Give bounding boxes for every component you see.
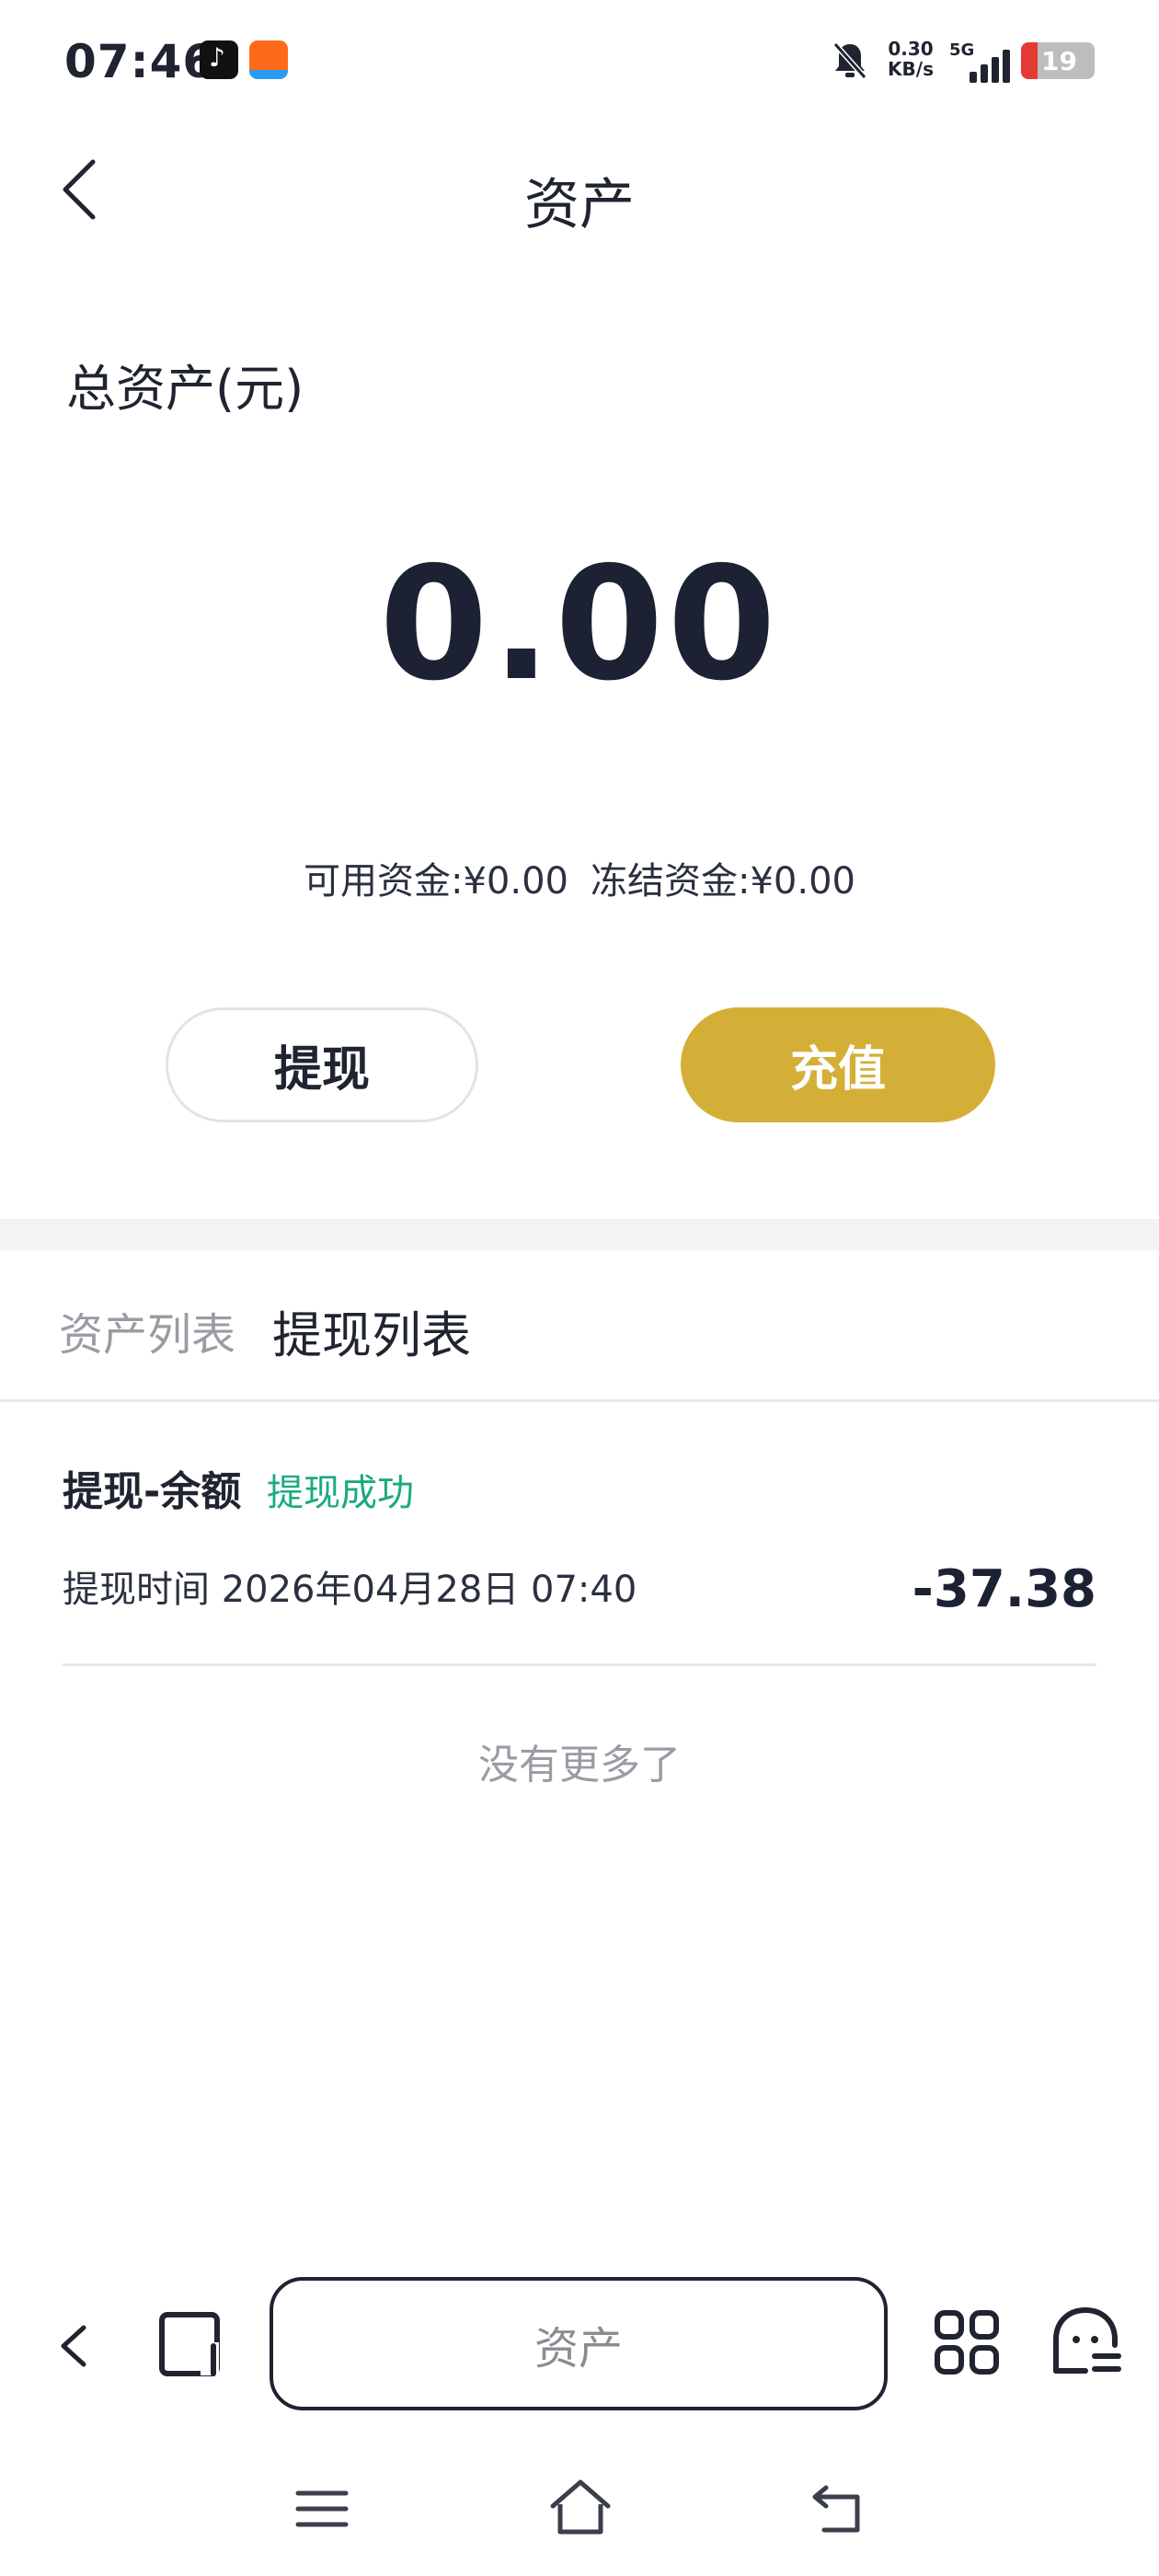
status-bar: 07:46 0.30 KB/s 5G 19 [0,0,1159,120]
page-header: 资产 [0,138,1159,239]
browser-toolbar: 资产 [0,2272,1159,2410]
assistant-icon[interactable] [1049,2305,1122,2378]
signal-icon: 5G [949,40,1010,83]
net-speed-unit: KB/s [888,58,934,80]
funds-summary: 可用资金:¥0.00 冻结资金:¥0.00 [0,851,1159,904]
total-assets-amount: 0.00 [379,534,780,716]
status-time: 07:46 [64,35,216,88]
apps-grid-icon[interactable] [934,2309,1000,2375]
available-funds: 可用资金:¥0.00 [304,860,568,903]
record-divider [63,1663,1096,1666]
tab-asset-list[interactable]: 资产列表 [59,1298,235,1363]
net-speed-value: 0.30 [888,38,934,60]
record-time: 提现时间 2026年04月28日 07:40 [63,1569,637,1611]
battery-icon: 19 [1021,42,1095,79]
network-speed: 0.30 KB/s [883,39,938,79]
tiktok-app-icon [200,40,238,79]
battery-level: 19 [1041,46,1077,76]
list-tabs: 资产列表 提现列表 [0,1250,1159,1402]
return-icon[interactable] [809,2482,865,2536]
mute-bell-icon [832,42,867,79]
tab-withdraw-list[interactable]: 提现列表 [272,1294,471,1367]
frozen-funds: 冻结资金:¥0.00 [591,860,855,903]
withdraw-button[interactable]: 提现 [166,1007,478,1122]
section-divider [0,1219,1159,1250]
record-status: 提现成功 [267,1472,414,1514]
no-more-text: 没有更多了 [478,1742,681,1788]
home-icon[interactable] [547,2477,614,2537]
page-title: 资产 [524,173,635,237]
record-amount: -37.38 [912,1559,1096,1619]
address-bar[interactable]: 资产 [270,2277,888,2410]
record-title: 提现-余额 [63,1468,242,1515]
recharge-button[interactable]: 充值 [681,1007,995,1122]
menu-icon[interactable] [294,2486,350,2532]
svg-text:5G: 5G [949,40,974,60]
taobao-app-icon [249,40,288,79]
tabs-switcher-icon[interactable] [156,2309,226,2379]
system-nav-bar [0,2466,1159,2558]
total-assets-label: 总资产(元) [66,360,304,418]
browser-back-icon[interactable] [51,2318,97,2374]
